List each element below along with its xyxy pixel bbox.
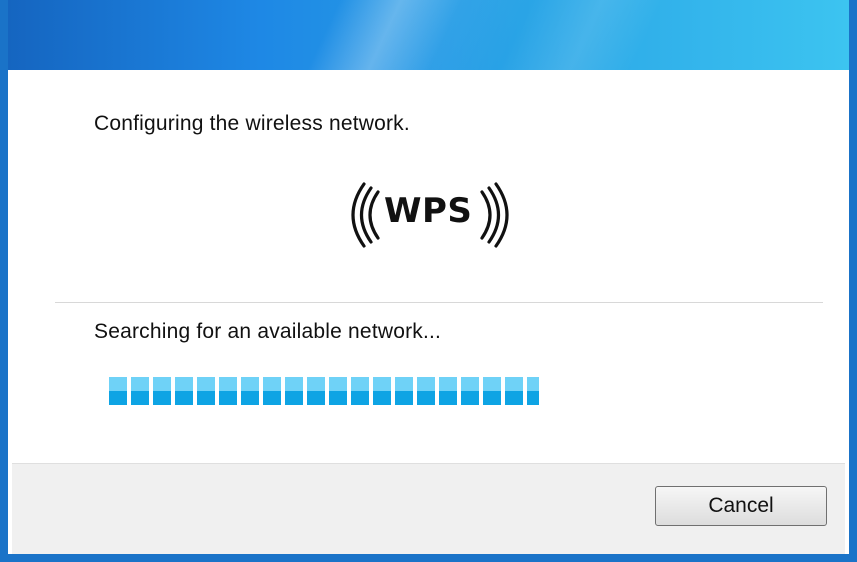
progress-segment [153, 377, 171, 405]
title-bar[interactable] [8, 0, 849, 70]
progress-segment [109, 377, 127, 405]
progress-segment [307, 377, 325, 405]
progress-segment [197, 377, 215, 405]
dialog-heading: Configuring the wireless network. [94, 112, 410, 135]
wps-logo-text: WPS [384, 191, 473, 231]
progress-segment [351, 377, 369, 405]
progress-segment [417, 377, 435, 405]
progress-bar [109, 377, 549, 405]
progress-segment [329, 377, 347, 405]
progress-segment [527, 377, 539, 405]
progress-segment [285, 377, 303, 405]
divider [55, 302, 823, 303]
progress-segment [439, 377, 457, 405]
progress-segment [373, 377, 391, 405]
status-text: Searching for an available network... [94, 320, 442, 343]
progress-segment [395, 377, 413, 405]
progress-segment [131, 377, 149, 405]
progress-segment [219, 377, 237, 405]
progress-segment [241, 377, 259, 405]
progress-segment [461, 377, 479, 405]
progress-segment [505, 377, 523, 405]
progress-segment [483, 377, 501, 405]
progress-segment [263, 377, 281, 405]
progress-segment [175, 377, 193, 405]
cancel-button[interactable]: Cancel [655, 486, 827, 526]
